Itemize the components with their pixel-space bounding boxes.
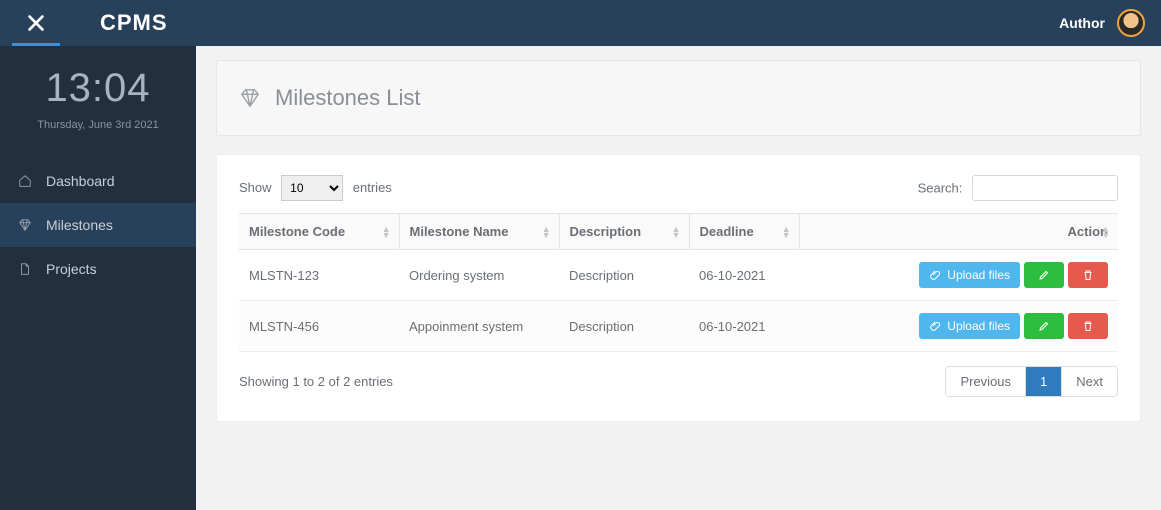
col-code[interactable]: Milestone Code▲▼ <box>239 214 399 250</box>
col-name[interactable]: Milestone Name▲▼ <box>399 214 559 250</box>
user-role-label[interactable]: Author <box>1059 15 1105 31</box>
table-footer: Showing 1 to 2 of 2 entries Previous 1 N… <box>239 366 1118 397</box>
diamond-icon <box>18 218 32 232</box>
col-desc[interactable]: Description▲▼ <box>559 214 689 250</box>
pager-prev[interactable]: Previous <box>946 367 1025 396</box>
paperclip-icon <box>929 320 941 332</box>
brand-title: CPMS <box>100 10 168 36</box>
table-row: MLSTN-456 Appoinment system Description … <box>239 301 1118 352</box>
pager: Previous 1 Next <box>945 366 1118 397</box>
pager-next[interactable]: Next <box>1061 367 1117 396</box>
cell-code: MLSTN-456 <box>239 301 399 352</box>
page-size-select[interactable]: 10 <box>281 175 343 201</box>
table-controls: Show 10 entries Search: <box>239 175 1118 201</box>
table-info: Showing 1 to 2 of 2 entries <box>239 374 393 389</box>
row-actions: Upload files <box>809 313 1108 339</box>
paperclip-icon <box>929 269 941 281</box>
delete-button[interactable] <box>1068 262 1108 288</box>
upload-files-button[interactable]: Upload files <box>919 313 1020 339</box>
milestones-table: Milestone Code▲▼ Milestone Name▲▼ Descri… <box>239 213 1118 352</box>
trash-icon <box>1082 320 1094 332</box>
sidebar-item-milestones[interactable]: Milestones <box>0 203 196 247</box>
avatar[interactable] <box>1117 9 1145 37</box>
sidebar-item-projects[interactable]: Projects <box>0 247 196 291</box>
cell-name: Appoinment system <box>399 301 559 352</box>
sidebar-item-label: Dashboard <box>46 173 115 189</box>
cell-deadline: 06-10-2021 <box>689 250 799 301</box>
edit-button[interactable] <box>1024 262 1064 288</box>
topbar: CPMS Author <box>0 0 1161 46</box>
trash-icon <box>1082 269 1094 281</box>
pencil-icon <box>1038 320 1050 332</box>
cell-desc: Description <box>559 301 689 352</box>
edit-button[interactable] <box>1024 313 1064 339</box>
clock: 13:04 <box>0 66 196 111</box>
cell-desc: Description <box>559 250 689 301</box>
search-control: Search: <box>918 175 1118 201</box>
menu-toggle-button[interactable] <box>0 0 72 46</box>
upload-files-button[interactable]: Upload files <box>919 262 1020 288</box>
page-header: Milestones List <box>216 60 1141 136</box>
pencil-icon <box>1038 269 1050 281</box>
page-title: Milestones List <box>275 85 421 111</box>
file-icon <box>18 262 32 276</box>
main-content: Milestones List Show 10 entries Search: <box>196 46 1161 510</box>
show-label-post: entries <box>353 180 392 195</box>
delete-button[interactable] <box>1068 313 1108 339</box>
cell-deadline: 06-10-2021 <box>689 301 799 352</box>
table-row: MLSTN-123 Ordering system Description 06… <box>239 250 1118 301</box>
show-label-pre: Show <box>239 180 272 195</box>
sidebar-item-dashboard[interactable]: Dashboard <box>0 159 196 203</box>
search-label: Search: <box>918 181 963 196</box>
close-icon <box>25 12 47 34</box>
cell-code: MLSTN-123 <box>239 250 399 301</box>
search-input[interactable] <box>972 175 1118 201</box>
cell-name: Ordering system <box>399 250 559 301</box>
sort-icon: ▲▼ <box>672 226 681 238</box>
pager-page-1[interactable]: 1 <box>1025 367 1061 396</box>
sidebar-item-label: Milestones <box>46 217 113 233</box>
col-action: Action▲▼ <box>799 214 1118 250</box>
sort-icon: ▲▼ <box>1101 226 1110 238</box>
sidebar-nav: Dashboard Milestones Projects <box>0 159 196 291</box>
date: Thursday, June 3rd 2021 <box>0 119 196 131</box>
row-actions: Upload files <box>809 262 1108 288</box>
home-icon <box>18 174 32 188</box>
sort-icon: ▲▼ <box>782 226 791 238</box>
sort-icon: ▲▼ <box>382 226 391 238</box>
diamond-icon <box>239 87 261 109</box>
table-card: Show 10 entries Search: Milestone Code▲▼… <box>216 154 1141 422</box>
sidebar-item-label: Projects <box>46 261 97 277</box>
sidebar: 13:04 Thursday, June 3rd 2021 Dashboard … <box>0 46 196 510</box>
sort-icon: ▲▼ <box>542 226 551 238</box>
page-size-control: Show 10 entries <box>239 175 392 201</box>
col-deadline[interactable]: Deadline▲▼ <box>689 214 799 250</box>
